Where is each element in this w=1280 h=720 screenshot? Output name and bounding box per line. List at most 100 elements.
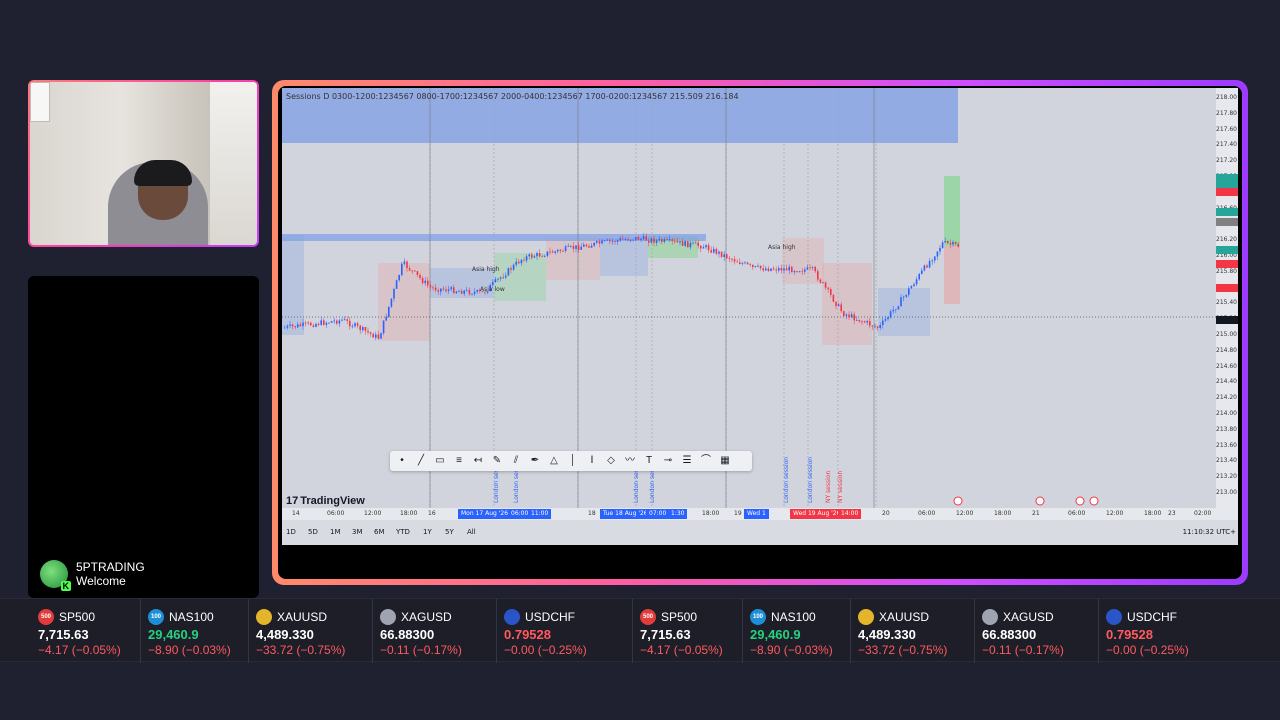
path-icon[interactable]: 〰 (623, 454, 637, 468)
candle (286, 325, 289, 328)
line-icon[interactable]: ╱ (414, 454, 428, 468)
ticker-item[interactable]: 100 NAS100 29,460.9 −8.90 (−0.03%) (750, 609, 860, 657)
dot-icon[interactable]: • (395, 454, 409, 468)
range-button[interactable]: All (467, 528, 476, 536)
range-button[interactable]: 1Y (423, 528, 432, 536)
range-button[interactable]: 5D (308, 528, 318, 536)
price-axis[interactable]: 218.00217.80217.60217.40217.20217.00216.… (1216, 88, 1238, 518)
candle (341, 319, 343, 321)
candle (531, 254, 533, 258)
candle (541, 256, 543, 257)
candle (752, 264, 754, 268)
time-tick: 18:00 (1144, 510, 1162, 517)
ticker-symbol: USDCHF (525, 610, 575, 624)
candle (369, 332, 372, 334)
price-tick: 213.80 (1216, 425, 1237, 433)
candle (385, 316, 387, 321)
rect-icon[interactable]: ▭ (433, 454, 447, 468)
price-tick: 213.20 (1216, 473, 1237, 481)
text-icon[interactable]: T (642, 454, 656, 468)
curve-icon[interactable]: ⌒ (699, 454, 713, 468)
candle (767, 268, 770, 271)
candle (577, 245, 580, 250)
vline-icon[interactable]: │ (566, 454, 580, 468)
candle (299, 324, 302, 327)
candle (557, 249, 559, 252)
ticker-item[interactable]: 100 NAS100 29,460.9 −8.90 (−0.03%) (148, 609, 258, 657)
price-tick: 214.80 (1216, 346, 1237, 354)
lines-icon[interactable]: ☰ (680, 454, 694, 468)
text-range-icon[interactable]: Ⅰ (585, 454, 599, 468)
table-icon[interactable]: ▦ (718, 454, 732, 468)
candle (523, 259, 525, 261)
candle (710, 250, 712, 253)
candle (632, 239, 634, 241)
candle (622, 238, 624, 240)
symbol-logo-icon: 500 (38, 609, 54, 625)
range-button[interactable]: 1M (330, 528, 341, 536)
candle (897, 306, 900, 310)
candle (811, 267, 814, 268)
tradingview-chart[interactable]: Asia high Asia high Asia low London session… (282, 88, 1238, 545)
candle (850, 314, 853, 318)
time-highlight: Mon 17 Aug '26 (458, 509, 512, 519)
candle (895, 309, 897, 311)
candle (840, 304, 842, 312)
ray-icon[interactable]: ↤ (471, 454, 485, 468)
ticker-item[interactable]: 500 SP500 7,715.63 −4.17 (−0.05%) (38, 609, 148, 657)
candle (580, 246, 582, 250)
ticker-header: XAGUSD (982, 609, 1092, 625)
channel-icon[interactable]: ⫽ (509, 454, 523, 468)
brush-icon[interactable]: ✎ (490, 454, 504, 468)
candle (858, 319, 861, 322)
event-marker-icon (1075, 496, 1085, 506)
ticker-item[interactable]: XAUUSD 4,489.330 −33.72 (−0.75%) (858, 609, 968, 657)
candle (359, 325, 361, 331)
price-chart[interactable]: Asia high Asia high Asia low London session… (282, 88, 1238, 508)
ticker-item[interactable]: XAGUSD 66.88300 −0.11 (−0.17%) (380, 609, 490, 657)
ticker-item[interactable]: 500 SP500 7,715.63 −4.17 (−0.05%) (640, 609, 750, 657)
fib-icon[interactable]: ≡ (452, 454, 466, 468)
candle (291, 324, 294, 327)
candle (302, 322, 304, 327)
ticker-change: −0.11 (−0.17%) (982, 643, 1064, 657)
measure-icon[interactable]: △ (547, 454, 561, 468)
time-tick: 12:00 (364, 510, 382, 517)
ticker-symbol: NAS100 (771, 610, 816, 624)
candle (793, 271, 796, 273)
range-button[interactable]: 1D (286, 528, 296, 536)
ticker-symbol: XAUUSD (277, 610, 328, 624)
candle (759, 265, 762, 269)
ticker-item[interactable]: XAUUSD 4,489.330 −33.72 (−0.75%) (256, 609, 366, 657)
hline-icon[interactable]: ⊸ (661, 454, 675, 468)
chat-message: 5PTRADING Welcome (40, 560, 145, 591)
candle (455, 291, 458, 294)
candle (310, 322, 312, 326)
ellipse-icon[interactable]: ◇ (604, 454, 618, 468)
ticker-item[interactable]: XAGUSD 66.88300 −0.11 (−0.17%) (982, 609, 1092, 657)
ticker-item[interactable]: USDCHF 0.79528 −0.00 (−0.25%) (504, 609, 614, 657)
candle (362, 327, 364, 331)
candle (642, 236, 645, 239)
candle (325, 322, 328, 325)
candle (936, 251, 939, 257)
range-button[interactable]: YTD (396, 528, 410, 536)
candle (317, 323, 320, 325)
time-axis[interactable]: 14 06:00 12:00 18:00 16 18:00 18 18:00 19 20 06:00… (282, 508, 1238, 520)
candle (627, 239, 629, 241)
candle (954, 241, 957, 244)
candle (289, 324, 291, 326)
ticker-item[interactable]: USDCHF 0.79528 −0.00 (−0.25%) (1106, 609, 1216, 657)
candle (689, 242, 692, 248)
range-button[interactable]: 3M (352, 528, 363, 536)
symbol-logo-icon (504, 609, 520, 625)
ticker-price: 7,715.63 (640, 627, 691, 642)
candle (377, 334, 380, 339)
candle (928, 261, 931, 268)
pen-icon[interactable]: ✒ (528, 454, 542, 468)
range-button[interactable]: 5Y (445, 528, 454, 536)
candle (606, 239, 608, 241)
symbol-logo-icon: 100 (750, 609, 766, 625)
candle (551, 251, 554, 253)
range-button[interactable]: 6M (374, 528, 385, 536)
